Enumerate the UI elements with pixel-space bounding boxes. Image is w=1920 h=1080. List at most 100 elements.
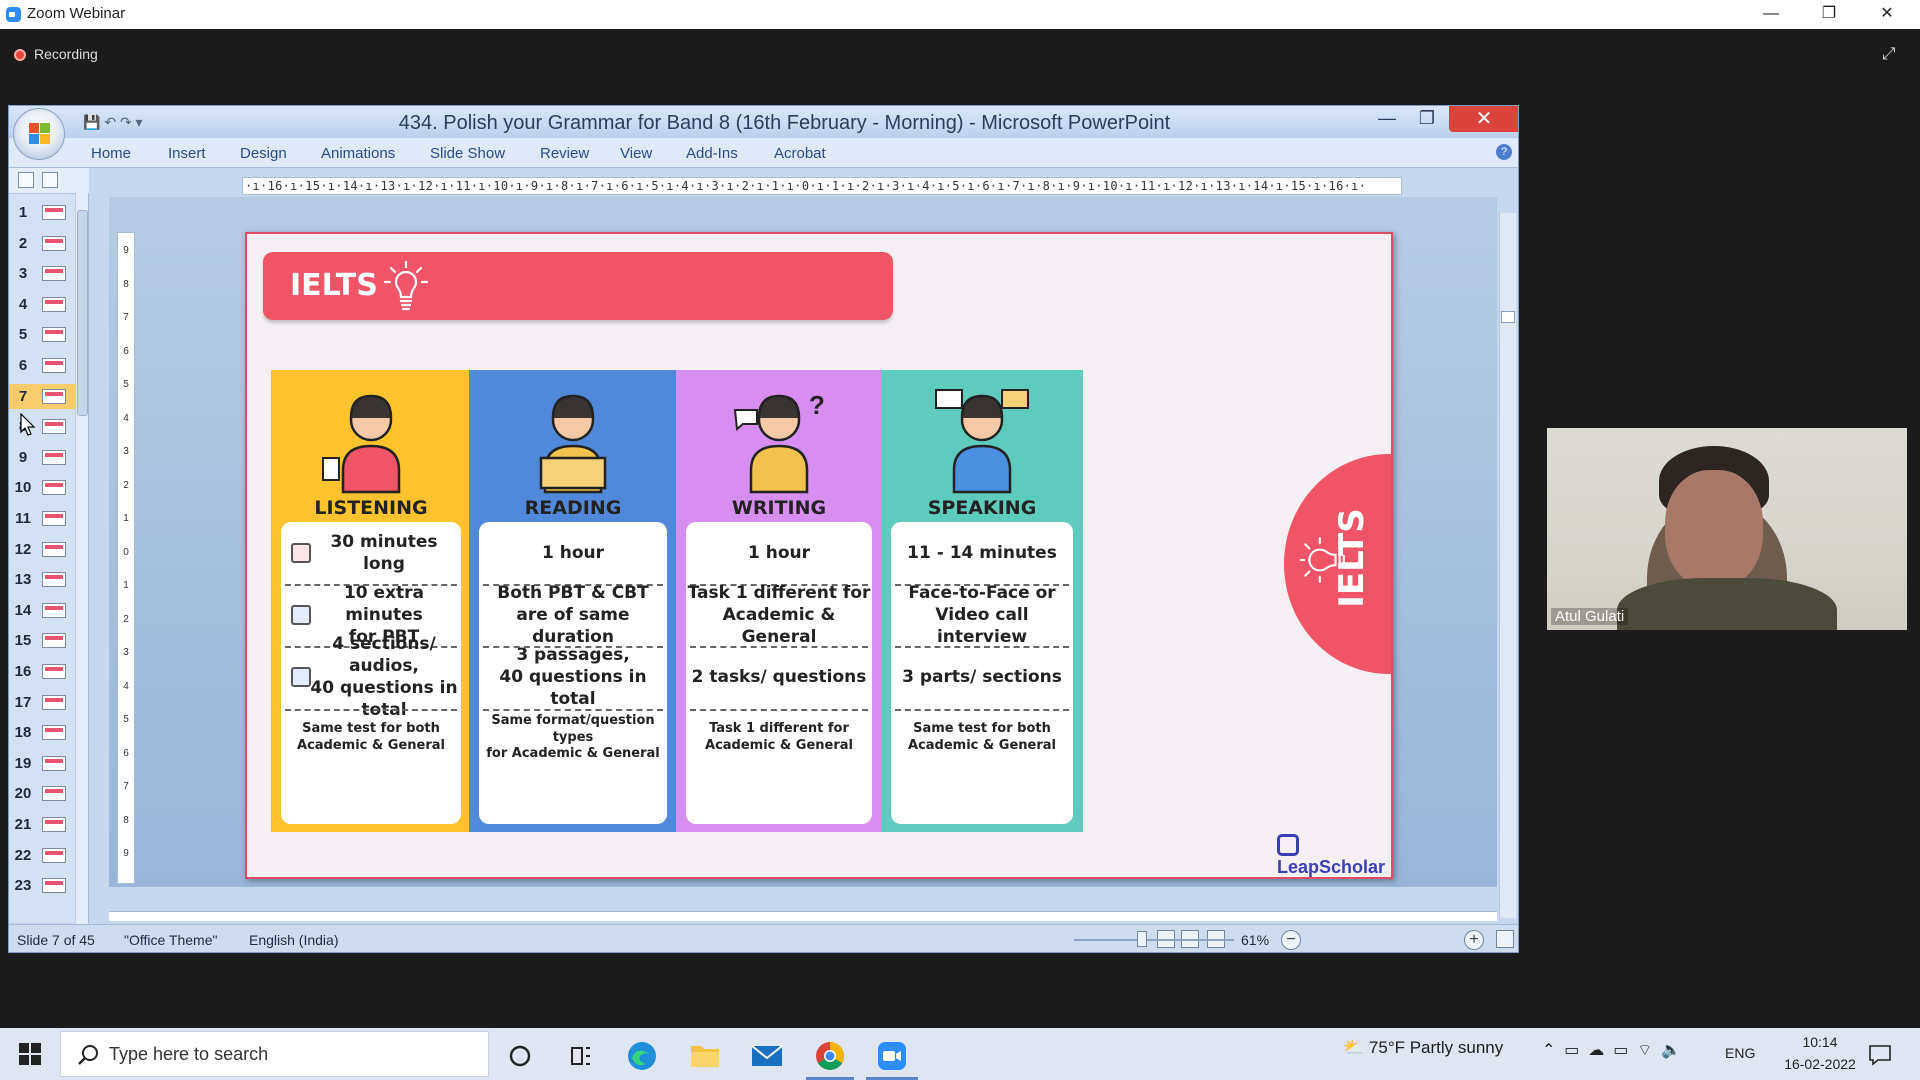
ielts-side-badge: IELTS xyxy=(1284,454,1391,674)
chrome-icon[interactable] xyxy=(808,1036,852,1076)
slide-thumbnail[interactable]: 15 xyxy=(9,628,75,653)
notification-icon[interactable] xyxy=(1868,1044,1892,1066)
office-button-icon[interactable] xyxy=(13,108,65,160)
slide-mini-preview xyxy=(42,633,66,649)
zoom-in-icon[interactable]: + xyxy=(1464,930,1484,950)
zoom-level[interactable]: 61% xyxy=(1241,932,1269,948)
section-detail-row: Same format/question types for Academic … xyxy=(486,712,660,762)
edge-browser-icon[interactable] xyxy=(620,1036,664,1076)
section-details-card: 1 hour Task 1 different for Academic & Ge… xyxy=(686,522,872,824)
current-slide[interactable]: IELTS IELTS LeapScholar LISTENING 30 minu… xyxy=(245,232,1393,879)
help-icon[interactable]: ? xyxy=(1496,144,1512,160)
slide-mini-preview xyxy=(42,480,66,496)
clock-time[interactable]: 10:14 xyxy=(1785,1034,1855,1050)
slide-thumbnail[interactable]: 2 xyxy=(9,231,75,256)
language-indicator[interactable]: English (India) xyxy=(249,932,339,948)
ruler-tick-label: 6 xyxy=(123,345,129,357)
slide-number: 3 xyxy=(18,265,28,283)
weather-widget[interactable]: ⛅ 75°F Partly sunny xyxy=(1343,1038,1503,1058)
recording-indicator[interactable]: Recording xyxy=(14,46,98,62)
tab-animations[interactable]: Animations xyxy=(321,145,395,162)
restore-button[interactable]: ❐ xyxy=(1800,0,1858,29)
tab-add-ins[interactable]: Add-Ins xyxy=(686,145,738,162)
ruler-tick-label: 9 xyxy=(123,245,129,256)
minimize-button[interactable]: — xyxy=(1742,0,1800,29)
zoom-out-icon[interactable]: − xyxy=(1281,930,1301,950)
zoom-window-title: Zoom Webinar xyxy=(27,5,126,22)
slide-number: 22 xyxy=(14,846,32,864)
slide-thumbnail[interactable]: 16 xyxy=(9,659,75,684)
slide-thumbnail[interactable]: 7 xyxy=(9,383,75,409)
outline-tab-icon[interactable] xyxy=(42,172,58,188)
input-language[interactable]: ENG xyxy=(1725,1045,1755,1061)
scrollbar-thumb[interactable] xyxy=(1501,311,1515,323)
slides-tab-icon[interactable] xyxy=(18,172,34,188)
slide-number: 10 xyxy=(14,479,32,497)
ppt-minimize-button[interactable]: — xyxy=(1367,108,1407,134)
lightbulb-icon xyxy=(383,260,429,311)
zoom-app-icon xyxy=(6,7,21,22)
zoom-slider[interactable] xyxy=(1074,939,1234,941)
slide-thumbnail[interactable]: 4 xyxy=(9,292,75,317)
slide-thumbnail[interactable]: 5 xyxy=(9,322,75,347)
slide-thumbnail[interactable]: 12 xyxy=(9,537,75,562)
slide-thumbnail[interactable]: 11 xyxy=(9,506,75,531)
tab-view[interactable]: View xyxy=(620,145,652,162)
ppt-restore-button[interactable]: ❐ xyxy=(1407,108,1447,134)
notes-pane[interactable] xyxy=(109,911,1497,921)
slide-thumbnail[interactable]: 10 xyxy=(9,475,75,500)
zoom-title-bar: Zoom Webinar — ❐ ✕ xyxy=(0,0,1920,29)
slide-mini-preview xyxy=(42,664,66,679)
slide-number: 16 xyxy=(14,663,32,680)
ppt-close-button[interactable]: ✕ xyxy=(1449,106,1518,132)
cortana-icon[interactable] xyxy=(498,1036,542,1076)
participant-video[interactable]: Atul Gulati xyxy=(1547,428,1907,630)
quick-access-toolbar[interactable]: 💾 ↶ ↷ ▾ xyxy=(83,114,143,131)
tab-insert[interactable]: Insert xyxy=(168,145,206,162)
slide-thumbnail[interactable]: 1 xyxy=(9,200,75,225)
slide-thumbnail[interactable]: 17 xyxy=(9,690,75,715)
file-explorer-icon[interactable] xyxy=(683,1036,727,1076)
slide-thumbnail[interactable]: 18 xyxy=(9,720,75,745)
mail-icon[interactable] xyxy=(745,1036,789,1076)
slide-thumbnail[interactable]: 14 xyxy=(9,598,75,623)
section-detail-row: 1 hour xyxy=(747,542,810,563)
slide-number: 12 xyxy=(14,540,32,558)
fullscreen-icon[interactable]: ⤢ xyxy=(1882,44,1896,64)
tab-home[interactable]: Home xyxy=(91,145,131,162)
taskbar-search[interactable]: Type here to search xyxy=(60,1031,489,1077)
scrollbar-thumb[interactable] xyxy=(77,210,88,416)
tab-review[interactable]: Review xyxy=(540,145,589,162)
slide-thumbnail[interactable]: 19 xyxy=(9,751,75,776)
slide-mini-preview xyxy=(42,266,66,282)
task-view-icon[interactable] xyxy=(558,1036,602,1076)
section-title: SPEAKING xyxy=(927,497,1037,519)
slide-thumbnail[interactable]: 13 xyxy=(9,567,75,592)
close-button[interactable]: ✕ xyxy=(1858,0,1916,29)
zoom-slider-thumb[interactable] xyxy=(1137,931,1147,947)
slide-number: 21 xyxy=(14,816,32,833)
slide-thumbnail[interactable]: 3 xyxy=(9,261,75,286)
section-details-card: 30 minutes long 10 extra minutes for PBT 4… xyxy=(281,522,461,824)
ruler-tick-label: 0 xyxy=(123,546,129,558)
tab-slide-show[interactable]: Slide Show xyxy=(430,145,505,162)
tab-design[interactable]: Design xyxy=(240,145,287,162)
fit-slide-icon[interactable] xyxy=(1496,930,1514,948)
zoom-taskbar-icon[interactable] xyxy=(870,1036,914,1076)
slide-thumbnail[interactable]: 9 xyxy=(9,445,75,470)
slide-thumbnail[interactable]: 20 xyxy=(9,781,75,806)
system-tray-icons[interactable]: ⌃ ▭ ☁ ▭ ⌔ 🔈 xyxy=(1542,1040,1681,1060)
clock-date[interactable]: 16-02-2022 xyxy=(1770,1056,1870,1072)
slide-scrollbar[interactable] xyxy=(1499,213,1516,918)
slide-thumbnail[interactable]: 22 xyxy=(9,843,75,868)
slide-thumbnail[interactable]: 21 xyxy=(9,812,75,837)
ruler-tick-label: 8 xyxy=(123,814,129,826)
windows-start-icon[interactable] xyxy=(19,1043,41,1065)
slide-thumbnail[interactable]: 23 xyxy=(9,873,75,898)
section-column-listening: LISTENING 30 minutes long 10 extra minutes… xyxy=(271,370,471,832)
slides-scrollbar[interactable] xyxy=(75,192,88,932)
tab-acrobat[interactable]: Acrobat xyxy=(774,145,826,162)
slide-thumbnail[interactable]: 6 xyxy=(9,353,75,378)
slide-thumbnail[interactable]: 8 xyxy=(9,414,75,439)
slide-number: 23 xyxy=(14,877,32,895)
